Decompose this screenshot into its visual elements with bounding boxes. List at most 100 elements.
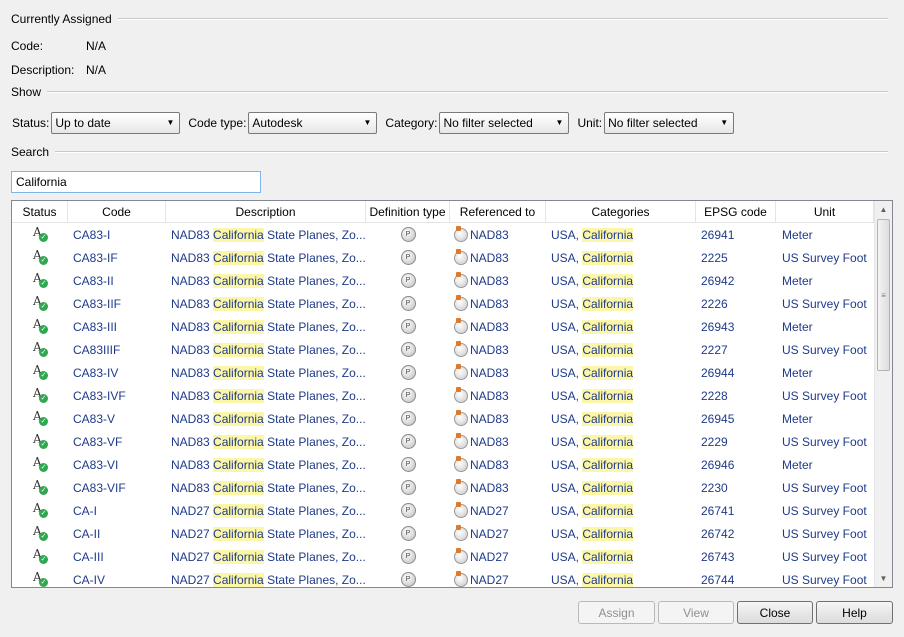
column-header-unit[interactable]: Unit xyxy=(776,201,874,223)
view-button[interactable]: View xyxy=(658,601,734,624)
status-cell: A ✓ xyxy=(12,453,68,476)
datum-globe-icon xyxy=(454,547,468,564)
table-row[interactable]: A ✓ CA83-I NAD83 California State Planes, Z… xyxy=(12,223,874,246)
table-row[interactable]: A ✓ CA83-IVF NAD83 California State Planes,… xyxy=(12,384,874,407)
description-prefix: NAD27 xyxy=(171,572,214,587)
status-cell: A ✓ xyxy=(12,499,68,522)
datum-globe-icon xyxy=(454,501,468,518)
assign-button[interactable]: Assign xyxy=(578,601,655,624)
referenced-to-cell: NAD83 xyxy=(450,292,546,315)
column-header-referenced-to[interactable]: Referenced to xyxy=(450,201,546,223)
scroll-down-arrow-icon[interactable]: ▼ xyxy=(875,570,892,587)
referenced-to-cell: NAD83 xyxy=(450,430,546,453)
description-prefix: NAD83 xyxy=(171,365,214,380)
categories-cell: USA, California xyxy=(546,223,696,246)
status-cell: A ✓ xyxy=(12,430,68,453)
description-suffix: State Planes, Zo... xyxy=(263,296,366,311)
vertical-scrollbar[interactable]: ▲ ≡ ▼ xyxy=(874,201,892,587)
table-row[interactable]: A ✓ CA-IV NAD27 California State Planes, Zo… xyxy=(12,568,874,587)
description-cell: NAD83 California State Planes, Zo... xyxy=(166,338,366,361)
referenced-to-cell: NAD27 xyxy=(450,522,546,545)
search-highlight: California xyxy=(582,342,634,357)
category-prefix: USA, xyxy=(551,365,583,380)
projected-definition-icon: P xyxy=(400,388,416,403)
categories-cell: USA, California xyxy=(546,269,696,292)
column-header-epsg-code[interactable]: EPSG code xyxy=(696,201,776,223)
epsg-code-cell: 26946 xyxy=(701,457,735,472)
category-prefix: USA, xyxy=(551,549,583,564)
search-highlight: California xyxy=(582,319,634,334)
unit-cell: Meter xyxy=(782,273,813,288)
scroll-up-arrow-icon[interactable]: ▲ xyxy=(875,201,892,218)
search-highlight: California xyxy=(213,227,264,242)
scrollbar-thumb[interactable]: ≡ xyxy=(877,219,890,371)
datum-globe-icon xyxy=(454,248,468,265)
description-cell: NAD83 California State Planes, Zo... xyxy=(166,361,366,384)
datum-globe-icon xyxy=(454,294,468,311)
categories-cell: USA, California xyxy=(546,476,696,499)
column-header-definition-type[interactable]: Definition type xyxy=(366,201,450,223)
epsg-code-cell: 2228 xyxy=(701,388,728,403)
up-to-date-status-icon: A ✓ xyxy=(33,247,48,265)
description-suffix: State Planes, Zo... xyxy=(263,342,366,357)
description-cell: NAD27 California State Planes, Zo... xyxy=(166,522,366,545)
datum-globe-icon xyxy=(454,455,468,472)
up-to-date-status-icon: A ✓ xyxy=(33,408,48,426)
category-prefix: USA, xyxy=(551,411,583,426)
code-cell: CA-II xyxy=(73,526,101,541)
table-row[interactable]: A ✓ CA83-IIF NAD83 California State Planes,… xyxy=(12,292,874,315)
table-row[interactable]: A ✓ CA83-IV NAD83 California State Planes, … xyxy=(12,361,874,384)
table-row[interactable]: A ✓ CA83-VIF NAD83 California State Planes,… xyxy=(12,476,874,499)
chevron-down-icon: ▼ xyxy=(720,118,729,127)
assigned-description-value: N/A xyxy=(86,63,107,77)
assigned-code-row: Code: N/A xyxy=(11,38,106,54)
category-prefix: USA, xyxy=(551,457,583,472)
column-header-status[interactable]: Status xyxy=(12,201,68,223)
up-to-date-status-icon: A ✓ xyxy=(33,339,48,357)
column-header-code[interactable]: Code xyxy=(68,201,166,223)
column-header-categories[interactable]: Categories xyxy=(546,201,696,223)
datum-globe-icon xyxy=(454,271,468,288)
table-row[interactable]: A ✓ CA83-IF NAD83 California State Planes, … xyxy=(12,246,874,269)
help-button[interactable]: Help xyxy=(816,601,893,624)
search-highlight: California xyxy=(582,572,634,587)
status-cell: A ✓ xyxy=(12,269,68,292)
status-dropdown[interactable]: Up to date ▼ xyxy=(51,111,181,134)
referenced-to-value: NAD27 xyxy=(470,549,509,564)
table-row[interactable]: A ✓ CA83-III NAD83 California State Planes,… xyxy=(12,315,874,338)
projected-definition-icon: P xyxy=(400,227,416,242)
search-highlight: California xyxy=(582,250,634,265)
code-cell: CA-IV xyxy=(73,572,106,587)
category-prefix: USA, xyxy=(551,342,583,357)
search-highlight: California xyxy=(213,296,264,311)
table-row[interactable]: A ✓ CA-III NAD27 California State Planes, Z… xyxy=(12,545,874,568)
up-to-date-status-icon: A ✓ xyxy=(33,293,48,311)
status-filter-label: Status: xyxy=(12,115,50,130)
referenced-to-cell: NAD83 xyxy=(450,269,546,292)
datum-globe-icon xyxy=(454,317,468,334)
grid-header: Status Code Description Definition type … xyxy=(12,201,874,223)
table-row[interactable]: A ✓ CA-I NAD27 California State Planes, Zo.… xyxy=(12,499,874,522)
up-to-date-status-icon: A ✓ xyxy=(33,224,48,242)
unit-dropdown[interactable]: No filter selected ▼ xyxy=(604,111,735,134)
categories-cell: USA, California xyxy=(546,522,696,545)
table-row[interactable]: A ✓ CA83IIIF NAD83 California State Planes,… xyxy=(12,338,874,361)
table-row[interactable]: A ✓ CA-II NAD27 California State Planes, Zo… xyxy=(12,522,874,545)
column-header-description[interactable]: Description xyxy=(166,201,366,223)
referenced-to-value: NAD83 xyxy=(470,365,509,380)
table-row[interactable]: A ✓ CA83-VI NAD83 California State Planes, … xyxy=(12,453,874,476)
table-row[interactable]: A ✓ CA83-II NAD83 California State Planes, … xyxy=(12,269,874,292)
categories-cell: USA, California xyxy=(546,499,696,522)
search-input[interactable] xyxy=(11,171,261,193)
table-row[interactable]: A ✓ CA83-V NAD83 California State Planes, Z… xyxy=(12,407,874,430)
status-cell: A ✓ xyxy=(12,292,68,315)
close-button[interactable]: Close xyxy=(737,601,813,624)
search-highlight: California xyxy=(582,526,634,541)
unit-cell: Meter xyxy=(782,365,813,380)
status-dropdown-value: Up to date xyxy=(55,115,111,130)
table-row[interactable]: A ✓ CA83-VF NAD83 California State Planes, … xyxy=(12,430,874,453)
category-prefix: USA, xyxy=(551,572,583,587)
code-type-dropdown[interactable]: Autodesk ▼ xyxy=(248,111,378,134)
category-dropdown[interactable]: No filter selected ▼ xyxy=(439,111,570,134)
description-cell: NAD83 California State Planes, Zo... xyxy=(166,453,366,476)
